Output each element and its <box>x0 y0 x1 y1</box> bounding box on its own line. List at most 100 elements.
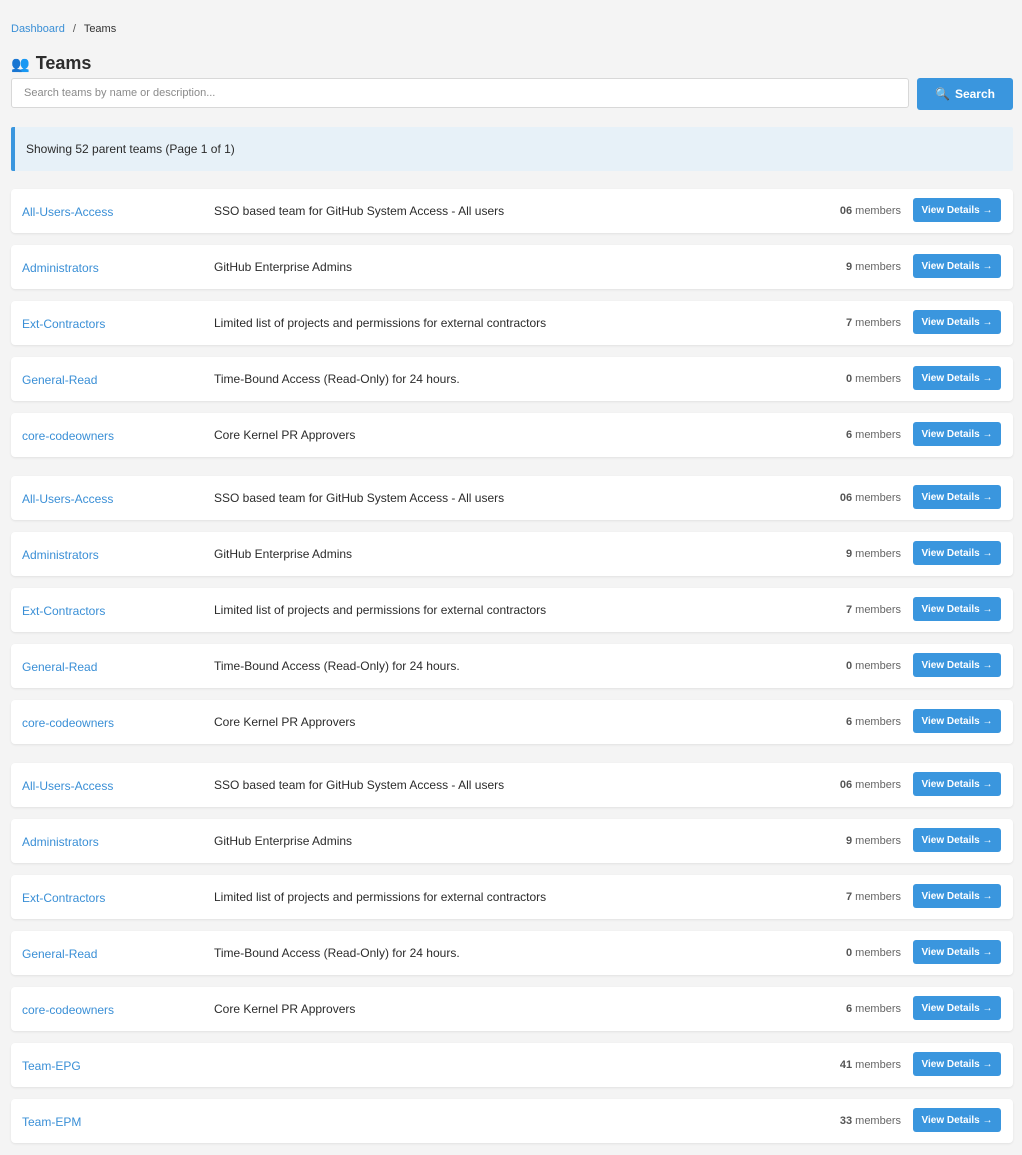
member-count-value: 0 <box>845 660 853 672</box>
team-row: core-codeowners Core Kernel PR Approvers 6… <box>11 700 1013 744</box>
view-details-button[interactable]: View Details → <box>913 485 1001 509</box>
team-row: All-Users-Access SSO based team for GitHu… <box>11 189 1013 233</box>
view-details-button[interactable]: View Details → <box>913 709 1001 733</box>
team-description: Core Kernel PR Approvers <box>214 428 356 442</box>
member-count-suffix: members <box>855 548 901 560</box>
search-input[interactable] <box>11 78 909 108</box>
team-row: core-codeowners Core Kernel PR Approvers 6… <box>11 987 1013 1031</box>
team-member-count: 06 members <box>840 492 901 504</box>
team-name-link[interactable]: Administrators <box>22 835 99 849</box>
view-details-button[interactable]: View Details → <box>913 366 1001 390</box>
team-member-count: 6 members <box>846 1003 901 1015</box>
team-row: All-Users-Access SSO based team for GitHu… <box>11 476 1013 520</box>
team-name-link[interactable]: Administrators <box>22 261 99 275</box>
team-description: SSO based team for GitHub System Access … <box>214 491 505 505</box>
team-description: SSO based team for GitHub System Access … <box>214 778 505 792</box>
member-count-suffix: members <box>855 205 901 217</box>
team-member-count: 06 members <box>840 205 901 217</box>
team-member-count: 6 members <box>846 716 901 728</box>
view-details-button[interactable]: View Details → <box>913 310 1001 334</box>
team-list: All-Users-Access SSO based team for GitHu… <box>11 189 1013 1155</box>
team-member-count: 9 members <box>846 835 901 847</box>
team-row: Ext-Contractors Limited list of projects … <box>11 588 1013 632</box>
view-details-button[interactable]: View Details → <box>913 254 1001 278</box>
team-member-count: 0 members <box>846 373 901 385</box>
member-count-suffix: members <box>855 891 901 903</box>
team-member-count: 7 members <box>846 891 901 903</box>
team-row: General-Read Time-Bound Access (Read-Only… <box>11 357 1013 401</box>
team-name-link[interactable]: core-codeowners <box>22 716 114 730</box>
member-count-value: 06 <box>839 205 853 217</box>
team-member-count: 0 members <box>846 660 901 672</box>
team-row: Administrators GitHub Enterprise Admins 9 … <box>11 532 1013 576</box>
team-member-count: 33 members <box>840 1115 901 1127</box>
team-name-link[interactable]: General-Read <box>22 373 97 387</box>
breadcrumb-current: Teams <box>83 23 117 35</box>
team-row: All-Users-Access SSO based team for GitHu… <box>11 763 1013 807</box>
view-details-button[interactable]: View Details → <box>913 198 1001 222</box>
member-count-suffix: members <box>855 660 901 672</box>
view-details-button[interactable]: View Details → <box>913 597 1001 621</box>
breadcrumb-dashboard-link[interactable]: Dashboard <box>11 23 65 35</box>
view-details-button[interactable]: View Details → <box>913 1108 1001 1132</box>
team-description: Time-Bound Access (Read-Only) for 24 hou… <box>214 659 460 673</box>
team-description: GitHub Enterprise Admins <box>214 547 353 561</box>
view-details-button[interactable]: View Details → <box>913 828 1001 852</box>
member-count-value: 9 <box>845 835 853 847</box>
team-name-link[interactable]: Team-EPG <box>22 1059 81 1073</box>
team-name-link[interactable]: All-Users-Access <box>22 779 113 793</box>
team-row: Ext-Contractors Limited list of projects … <box>11 301 1013 345</box>
team-description: Limited list of projects and permissions… <box>214 603 547 617</box>
team-row: Team-EPM 33 members View Details → <box>11 1099 1013 1143</box>
team-name-link[interactable]: Ext-Contractors <box>22 317 105 331</box>
team-description: Core Kernel PR Approvers <box>214 715 356 729</box>
team-member-count: 0 members <box>846 947 901 959</box>
member-count-value: 7 <box>845 604 853 616</box>
team-row: General-Read Time-Bound Access (Read-Only… <box>11 931 1013 975</box>
team-name-link[interactable]: General-Read <box>22 660 97 674</box>
breadcrumb: Dashboard / Teams <box>11 23 116 35</box>
team-description: SSO based team for GitHub System Access … <box>214 204 505 218</box>
team-name-link[interactable]: All-Users-Access <box>22 205 113 219</box>
member-count-value: 9 <box>845 548 853 560</box>
team-member-count: 7 members <box>846 604 901 616</box>
member-count-value: 9 <box>845 261 853 273</box>
member-count-suffix: members <box>855 604 901 616</box>
view-details-button[interactable]: View Details → <box>913 996 1001 1020</box>
team-name-link[interactable]: Administrators <box>22 548 99 562</box>
view-details-button[interactable]: View Details → <box>913 422 1001 446</box>
search-button[interactable]: 🔍 Search <box>917 78 1013 110</box>
view-details-button[interactable]: View Details → <box>913 940 1001 964</box>
view-details-button[interactable]: View Details → <box>913 1052 1001 1076</box>
team-member-count: 06 members <box>840 779 901 791</box>
member-count-value: 0 <box>845 373 853 385</box>
member-count-suffix: members <box>855 429 901 441</box>
team-name-link[interactable]: core-codeowners <box>22 1003 114 1017</box>
team-name-link[interactable]: General-Read <box>22 947 97 961</box>
member-count-value: 7 <box>845 317 853 329</box>
team-row: Team-EPG 41 members View Details → <box>11 1043 1013 1087</box>
team-name-link[interactable]: Team-EPM <box>22 1115 81 1129</box>
member-count-suffix: members <box>855 1003 901 1015</box>
view-details-button[interactable]: View Details → <box>913 884 1001 908</box>
member-count-suffix: members <box>855 492 901 504</box>
team-name-link[interactable]: Ext-Contractors <box>22 891 105 905</box>
team-name-link[interactable]: core-codeowners <box>22 429 114 443</box>
member-count-suffix: members <box>855 317 901 329</box>
team-row: core-codeowners Core Kernel PR Approvers 6… <box>11 413 1013 457</box>
view-details-button[interactable]: View Details → <box>913 653 1001 677</box>
member-count-suffix: members <box>855 779 901 791</box>
view-details-button[interactable]: View Details → <box>913 772 1001 796</box>
view-details-button[interactable]: View Details → <box>913 541 1001 565</box>
member-count-value: 6 <box>845 429 853 441</box>
member-count-suffix: members <box>855 835 901 847</box>
team-row: General-Read Time-Bound Access (Read-Only… <box>11 644 1013 688</box>
team-row: Ext-Contractors Limited list of projects … <box>11 875 1013 919</box>
team-description: Time-Bound Access (Read-Only) for 24 hou… <box>214 372 460 386</box>
team-name-link[interactable]: Ext-Contractors <box>22 604 105 618</box>
member-count-value: 6 <box>845 1003 853 1015</box>
member-count-suffix: members <box>855 716 901 728</box>
page-title-text: Teams <box>35 53 92 73</box>
member-count-value: 7 <box>845 891 853 903</box>
team-name-link[interactable]: All-Users-Access <box>22 492 113 506</box>
